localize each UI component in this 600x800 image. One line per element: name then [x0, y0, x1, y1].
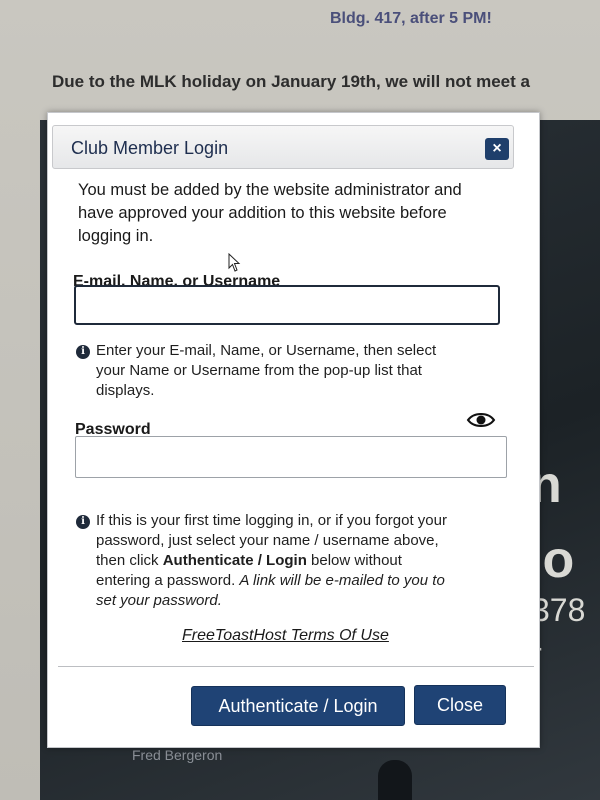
password-help-line-1: If this is your first time logging in, o… [96, 512, 447, 529]
background-person-photo [378, 760, 412, 800]
password-help-line-3-prefix: then click [96, 552, 163, 569]
dialog-divider [58, 666, 534, 667]
password-input[interactable] [75, 436, 507, 478]
dialog-titlebar: Club Member Login × [52, 125, 514, 169]
password-help-line-4: entering a password. A link will be e-ma… [76, 571, 496, 591]
password-help-text: i If this is your first time logging in, … [76, 511, 496, 611]
username-help-text: i Enter your E-mail, Name, or Username, t… [76, 341, 496, 401]
password-help-line-3: then click Authenticate / Login below wi… [76, 551, 496, 571]
password-help-line-3-suffix: below without [306, 552, 402, 569]
close-button[interactable]: Close [414, 685, 506, 725]
password-help-line-4-normal: entering a password. [96, 572, 240, 589]
username-help-line-2: your Name or Username from the pop-up li… [96, 362, 422, 379]
close-icon[interactable]: × [485, 138, 509, 160]
background-caption: Fred Bergeron [132, 747, 223, 763]
authenticate-login-button[interactable]: Authenticate / Login [191, 686, 405, 726]
background-notice-text: Due to the MLK holiday on January 19th, … [52, 72, 530, 91]
mouse-cursor-icon [228, 253, 241, 272]
info-icon: i [76, 345, 90, 359]
terms-of-use-link[interactable]: FreeToastHost Terms Of Use [182, 627, 389, 645]
background-address-text: Bldg. 417, after 5 PM! [330, 10, 492, 27]
password-help-line-3-bold: Authenticate / Login [162, 552, 307, 569]
username-input[interactable] [74, 285, 500, 325]
login-intro-text: You must be added by the website adminis… [78, 181, 462, 245]
password-help-line-5: set your password. [96, 592, 222, 609]
background-partial-number: 378 - [532, 592, 586, 665]
info-icon: i [76, 515, 90, 529]
password-help-line-2: password, just select your name / userna… [96, 532, 439, 549]
username-help-line-3: displays. [96, 382, 155, 399]
eye-icon[interactable] [466, 411, 496, 429]
dialog-title: Club Member Login [71, 138, 229, 158]
username-help-line-1: Enter your E-mail, Name, or Username, th… [96, 342, 437, 359]
password-help-line-4-italic: A link will be e-mailed to you to [239, 572, 445, 589]
login-dialog: Club Member Login × You must be added by… [47, 112, 540, 748]
